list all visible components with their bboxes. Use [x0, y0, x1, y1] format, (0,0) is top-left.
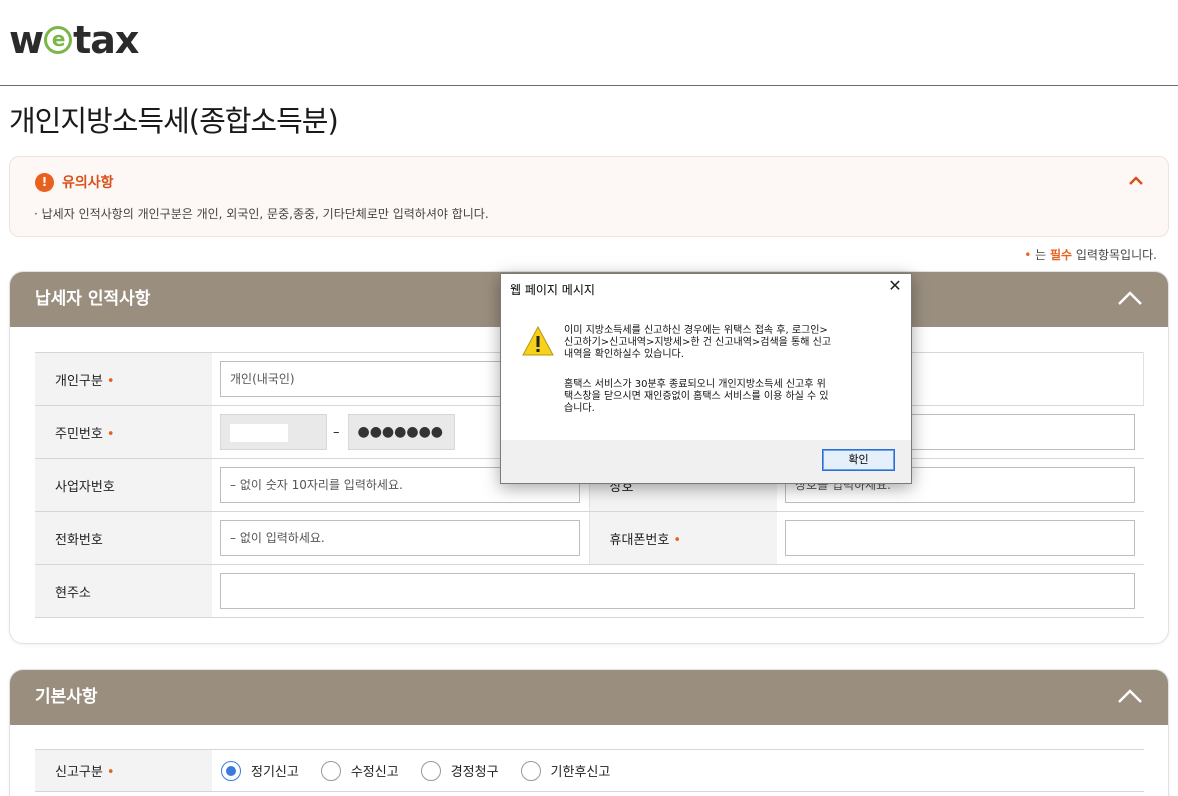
type-label: 개인구분 • — [35, 352, 212, 406]
radio-amended[interactable]: 수정신고 — [320, 760, 399, 781]
phone-cell: – 없이 입력하세요. — [212, 511, 590, 565]
rrn-front-input[interactable] — [220, 414, 327, 450]
radio-button-selected[interactable] — [221, 760, 241, 781]
notice-body: · 납세자 인적사항의 개인구분은 개인, 외국인, 문중,종중, 기타단체로만… — [34, 207, 489, 221]
required-note-prefix: 는 — [1031, 248, 1050, 262]
mobile-label: 휴대폰번호 • — [589, 511, 777, 565]
radio-button[interactable] — [520, 760, 541, 781]
required-note-suffix: 입력항목입니다. — [1072, 248, 1157, 262]
address-label: 현주소 — [35, 564, 212, 618]
rrn-label: 주민번호 • — [35, 405, 212, 459]
close-icon[interactable]: ✕ — [886, 277, 904, 295]
chevron-up-icon[interactable] — [1117, 288, 1143, 310]
web-page-message-dialog: 웹 페이지 메시지 ✕ 이미 지방소득세를 신고하신 경우에는 위택스 접속 후… — [500, 273, 912, 484]
radio-correction[interactable]: 경정청구 — [420, 760, 499, 781]
basic-form: 신고구분 • 정기신고 수정신고 경정청구 기한후신고 — [35, 749, 1144, 792]
site-header: w e tax — [0, 0, 1178, 86]
mobile-input[interactable] — [785, 520, 1135, 556]
radio-late[interactable]: 기한후신고 — [520, 760, 610, 781]
wetax-logo[interactable]: w e tax — [9, 18, 139, 62]
basic-section: 기본사항 신고구분 • 정기신고 수정신고 경정청구 기한후신고 — [9, 669, 1169, 796]
report-type-cell: 정기신고 수정신고 경정청구 기한후신고 — [212, 749, 1144, 792]
table-row: 현주소 — [35, 564, 1144, 618]
required-word: 필수 — [1049, 248, 1073, 262]
address-input[interactable] — [220, 573, 1135, 609]
report-type-label: 신고구분 • — [35, 749, 212, 792]
logo-e-mark: e — [44, 26, 73, 54]
report-type-radio-group: 정기신고 수정신고 경정청구 기한후신고 — [212, 760, 1144, 781]
table-row: 신고구분 • 정기신고 수정신고 경정청구 기한후신고 — [35, 749, 1144, 792]
ok-button[interactable]: 확인 — [822, 449, 895, 471]
mobile-cell — [777, 511, 1144, 565]
rrn-dash: – — [333, 424, 340, 440]
dialog-title: 웹 페이지 메시지 — [510, 283, 595, 297]
logo-text-left: w — [9, 18, 44, 62]
basic-section-title: 기본사항 — [35, 687, 98, 707]
required-note: • 는 필수 입력항목입니다. — [1024, 246, 1157, 263]
chevron-up-icon[interactable] — [1126, 171, 1146, 191]
phone-label: 전화번호 — [35, 511, 212, 565]
logo-text-right: tax — [73, 18, 139, 62]
notice-title: 유의사항 — [62, 175, 114, 191]
dialog-footer: 확인 — [501, 440, 911, 483]
taxpayer-section-title: 납세자 인적사항 — [35, 289, 151, 309]
phone-input[interactable]: – 없이 입력하세요. — [220, 520, 580, 556]
radio-regular[interactable]: 정기신고 — [221, 760, 299, 781]
notice-box: ! 유의사항 · 납세자 인적사항의 개인구분은 개인, 외국인, 문중,종중,… — [9, 156, 1169, 237]
notice-title-row: ! 유의사항 — [35, 172, 114, 192]
table-row: 전화번호 – 없이 입력하세요. 휴대폰번호 • — [35, 511, 1144, 565]
basic-section-header[interactable]: 기본사항 — [10, 670, 1168, 725]
address-cell — [212, 564, 1144, 618]
dialog-message-1: 이미 지방소득세를 신고하신 경우에는 위택스 접속 후, 로그인> 신고하기>… — [564, 325, 832, 360]
business-no-label: 사업자번호 — [35, 458, 212, 512]
radio-button[interactable] — [420, 760, 441, 781]
radio-button[interactable] — [320, 760, 341, 781]
dialog-message-2: 홈택스 서비스가 30분후 종료되오니 개인지방소득세 신고후 위 택스창을 닫… — [564, 379, 829, 414]
warning-icon — [522, 325, 554, 356]
exclamation-icon: ! — [35, 172, 54, 192]
page-title: 개인지방소득세(종합소득분) — [9, 104, 339, 138]
rrn-back-input[interactable]: ●●●●●●● — [347, 414, 455, 450]
chevron-up-icon[interactable] — [1117, 686, 1143, 708]
